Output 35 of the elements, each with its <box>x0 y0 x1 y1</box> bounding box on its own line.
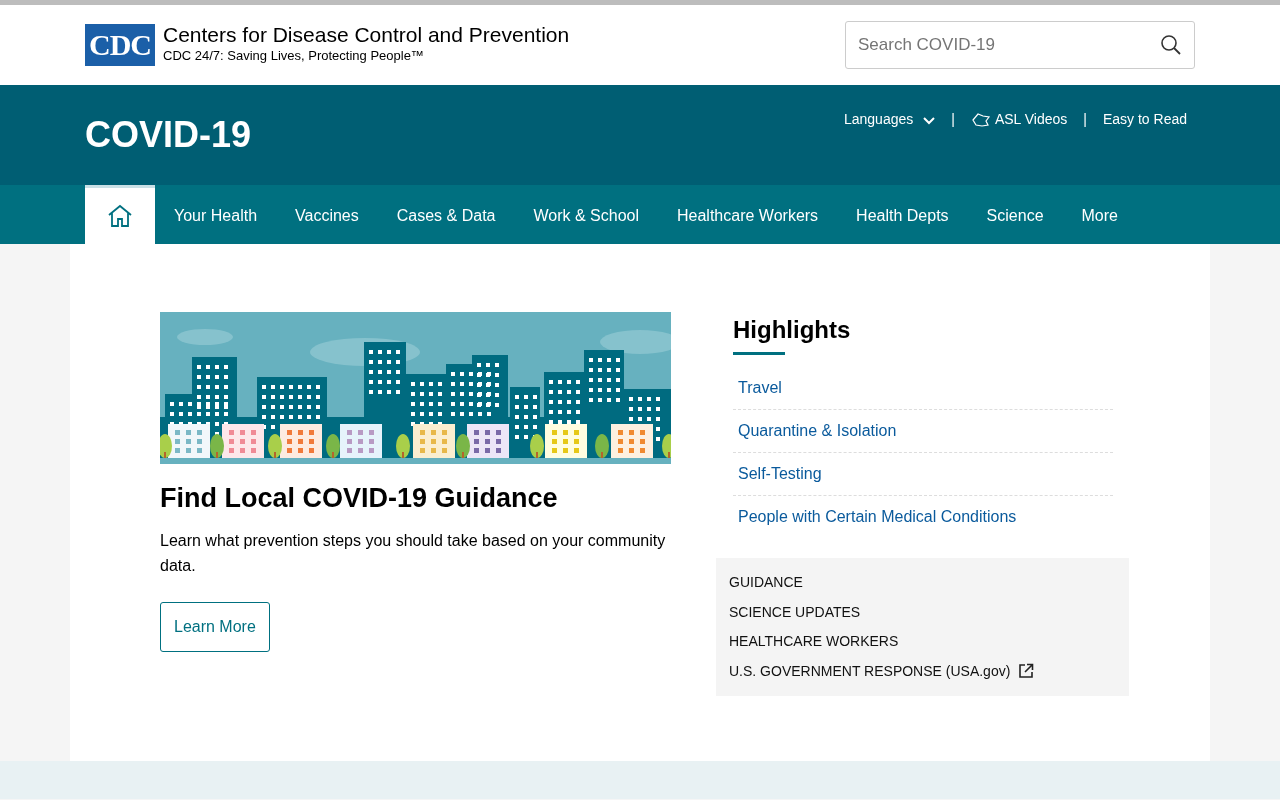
quick-link[interactable]: HEALTHCARE WORKERS <box>729 627 899 657</box>
nav-tab[interactable]: Healthcare Workers <box>658 185 838 244</box>
external-link-icon <box>1018 663 1035 680</box>
quick-link[interactable]: SCIENCE UPDATES <box>729 597 861 627</box>
logo-mark[interactable]: CDC <box>85 24 155 66</box>
separator: | <box>1083 110 1087 129</box>
nav-tab[interactable]: More <box>1062 185 1137 244</box>
banner-link[interactable]: Easy to Read <box>1102 109 1187 130</box>
organization-name: Centers for Disease Control and Prevention <box>163 24 570 47</box>
highlight-link[interactable]: People with Certain Medical Conditions <box>733 496 1113 538</box>
quick-link[interactable]: U.S. GOVERNMENT RESPONSE (USA.gov) <box>729 656 1011 686</box>
nav-tab[interactable]: Health Depts <box>837 185 968 244</box>
quick-link[interactable]: GUIDANCE <box>729 568 803 598</box>
nav-tab[interactable]: Vaccines <box>276 185 378 244</box>
nav-tab[interactable]: Cases & Data <box>377 185 515 244</box>
learn-more-button[interactable]: Learn More <box>160 602 270 653</box>
highlights-heading: Highlights <box>733 315 851 345</box>
page-title: COVID-19 <box>85 113 252 157</box>
nav-tab[interactable]: Your Health <box>155 185 277 244</box>
separator: | <box>951 110 955 129</box>
highlight-link[interactable]: Quarantine & Isolation <box>733 410 1113 453</box>
home-icon <box>107 204 133 228</box>
chevron-down-icon <box>923 117 936 125</box>
search-icon[interactable] <box>1160 34 1182 56</box>
nav-tab[interactable]: Science <box>967 185 1063 244</box>
languages-dropdown[interactable]: Languages <box>843 109 936 130</box>
highlight-link[interactable]: Travel <box>733 367 1113 410</box>
nav-tab[interactable]: Work & School <box>514 185 658 244</box>
search-field[interactable]: Search COVID-19 <box>845 21 1195 69</box>
feature-text: Learn what prevention steps you should take based on your community data. <box>160 531 667 577</box>
feature-heading: Find Local COVID-19 Guidance <box>160 482 559 515</box>
highlight-link[interactable]: Self-Testing <box>733 453 1113 496</box>
home-tab[interactable] <box>85 185 155 244</box>
banner-link[interactable]: ASL Videos <box>970 109 1068 130</box>
tagline: CDC 24/7: Saving Lives, Protecting People™ <box>163 47 425 66</box>
